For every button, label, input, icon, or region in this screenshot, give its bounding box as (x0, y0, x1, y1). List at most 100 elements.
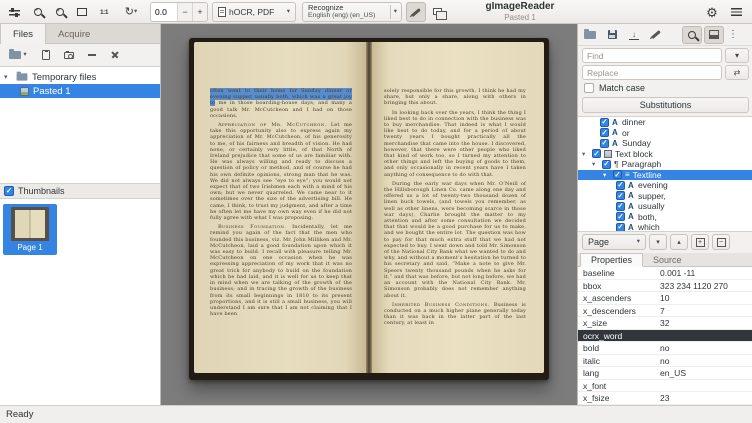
expander-icon[interactable]: ▾ (592, 160, 599, 168)
property-row[interactable]: x_ascenders 10 (578, 292, 752, 305)
hocr-text-block[interactable]: ▾ ✓ Text block (578, 149, 752, 160)
match-case-label: Match case (599, 83, 645, 93)
hocr-word-both[interactable]: ✓ A both, (578, 212, 752, 223)
property-row[interactable]: x_descenders 7 (578, 305, 752, 318)
tab-acquire[interactable]: Acquire (46, 24, 102, 44)
item-checkbox[interactable]: ✓ (616, 212, 625, 221)
thumbnail-page-1[interactable]: Page 1 (3, 204, 57, 255)
item-checkbox[interactable]: ✓ (600, 139, 609, 148)
thumbnails-checkbox[interactable]: ✓ (4, 186, 14, 196)
page-select[interactable]: Page ▾ (582, 234, 646, 250)
source-folder-row[interactable]: ▾ Temporary files (0, 70, 160, 84)
output-menu-button[interactable]: ⋮ (726, 26, 740, 44)
hocr-word-supper[interactable]: ✓ A supper, (578, 191, 752, 202)
item-checkbox[interactable]: ✓ (600, 118, 609, 127)
menu-button[interactable] (726, 2, 746, 22)
rotate-mode-button[interactable]: ↻ ▾ (118, 2, 144, 22)
chevron-down-icon[interactable]: ▾ (394, 9, 401, 16)
replace-input[interactable] (582, 65, 722, 80)
find-input[interactable] (582, 48, 722, 63)
hocr-word-usually[interactable]: ✓ A usually (578, 201, 752, 212)
expand-all-button[interactable]: + (691, 234, 709, 250)
property-row[interactable]: baseline 0.001 -11 (578, 267, 752, 280)
item-checkbox[interactable]: ✓ (616, 202, 625, 211)
export-icon: ↓ (629, 30, 639, 40)
add-images-button[interactable]: ▾ (3, 46, 33, 64)
zoom-in-button[interactable]: + (50, 2, 70, 22)
replace-button[interactable]: ⇄ (725, 65, 749, 80)
property-row[interactable]: x_fsize 23 (578, 392, 752, 405)
property-row[interactable]: italic no (578, 355, 752, 368)
expander-icon[interactable]: ▾ (603, 171, 610, 179)
item-checkbox[interactable]: ✓ (613, 170, 622, 179)
sources-list: ▾ Temporary files Pasted 1 (0, 66, 160, 184)
zoom-out-button[interactable]: − (28, 2, 48, 22)
edit-icon (411, 8, 421, 17)
expander-icon[interactable]: ▾ (4, 73, 12, 81)
thumbnail-caption: Page 1 (3, 243, 57, 252)
clear-sources-button[interactable] (105, 46, 125, 64)
hocr-word-which[interactable]: ✓ A which (578, 222, 752, 232)
hocr-word-or[interactable]: ✓ A or (578, 128, 752, 139)
property-row-selected[interactable]: ocrx_word (578, 330, 752, 343)
output-pane-toggle[interactable] (406, 2, 426, 22)
image-canvas[interactable]: often went to their home for Sunday dinn… (161, 24, 577, 405)
export-hocr-button[interactable]: ↓ (624, 26, 644, 44)
overflow-icon: ⋮ (728, 29, 738, 40)
tab-properties[interactable]: Properties (580, 253, 643, 267)
recognize-button[interactable]: Recognize English (eng) (en_US) ▾ (302, 2, 402, 22)
find-replace-toggle[interactable] (682, 26, 702, 44)
property-row[interactable]: bold no (578, 342, 752, 355)
sources-tabs: Files Acquire (0, 24, 160, 44)
hocr-word-sunday[interactable]: ✓ A Sunday (578, 138, 752, 149)
substitutions-button[interactable]: Substitutions (582, 97, 749, 113)
tab-source[interactable]: Source (643, 253, 692, 267)
match-case-checkbox[interactable]: Match case (584, 83, 645, 93)
property-row[interactable]: x_size 32 (578, 317, 752, 330)
item-checkbox[interactable]: ✓ (600, 128, 609, 137)
properties-toggle[interactable] (704, 26, 724, 44)
item-checkbox[interactable]: ✓ (616, 191, 625, 200)
next-item-button[interactable]: ▾ (649, 234, 667, 250)
word-icon: A (612, 118, 619, 127)
item-checkbox[interactable]: ✓ (616, 223, 625, 232)
hocr-textline-selected[interactable]: ▾ ✓ ≡ Textline (578, 170, 752, 181)
save-hocr-button[interactable] (602, 26, 622, 44)
collapse-all-button[interactable]: − (712, 234, 730, 250)
property-row[interactable]: bbox 323 234 1120 270 (578, 280, 752, 293)
hocr-word-evening[interactable]: ✓ A evening (578, 180, 752, 191)
property-row[interactable]: lang en_US (578, 367, 752, 380)
open-hocr-button[interactable] (580, 26, 600, 44)
gimagereader-window: − + 1:1 ↻ ▾ − + hOCR, PDF ▾ Recognize (0, 0, 752, 423)
ocr-mode-select[interactable]: hOCR, PDF ▾ (212, 2, 296, 22)
screenshot-button[interactable] (59, 46, 79, 64)
output-tabs: Properties Source (578, 253, 752, 267)
remove-source-button[interactable] (82, 46, 102, 64)
find-next-button[interactable]: ▾ (725, 48, 749, 63)
zoom-original-button[interactable]: 1:1 (94, 2, 114, 22)
collapse-all-icon: − (717, 238, 726, 247)
image-controls-button[interactable] (4, 2, 24, 22)
hocr-paragraph[interactable]: ▾ ✓ ¶ Paragraph (578, 159, 752, 170)
rotation-increment-button[interactable]: + (192, 3, 207, 21)
source-item-row[interactable]: Pasted 1 (0, 84, 160, 98)
hocr-edit-button[interactable] (646, 26, 666, 44)
left-heading-2: Business Foundation. (218, 224, 286, 230)
item-checkbox[interactable]: ✓ (592, 149, 601, 158)
rotation-decrement-button[interactable]: − (177, 3, 192, 21)
zoom-fit-button[interactable] (72, 2, 92, 22)
property-row[interactable]: x_font (578, 380, 752, 393)
folder-icon (9, 51, 21, 59)
settings-button[interactable]: ⚙ (702, 2, 722, 22)
hocr-word-dinner[interactable]: ✓ A dinner (578, 117, 752, 128)
item-checkbox[interactable]: ✓ (616, 181, 625, 190)
paste-button[interactable] (36, 46, 56, 64)
expander-icon[interactable]: ▾ (582, 150, 589, 158)
tab-files[interactable]: Files (0, 24, 46, 44)
navigation-row: Page ▾ ▾ ▴ + − (582, 234, 730, 250)
previous-item-button[interactable]: ▴ (670, 234, 688, 250)
right-paragraph-1: solely responsible for this growth. I th… (384, 88, 526, 107)
rotation-input[interactable] (151, 3, 177, 21)
item-checkbox[interactable]: ✓ (602, 160, 611, 169)
checkbox-icon[interactable] (584, 83, 594, 93)
